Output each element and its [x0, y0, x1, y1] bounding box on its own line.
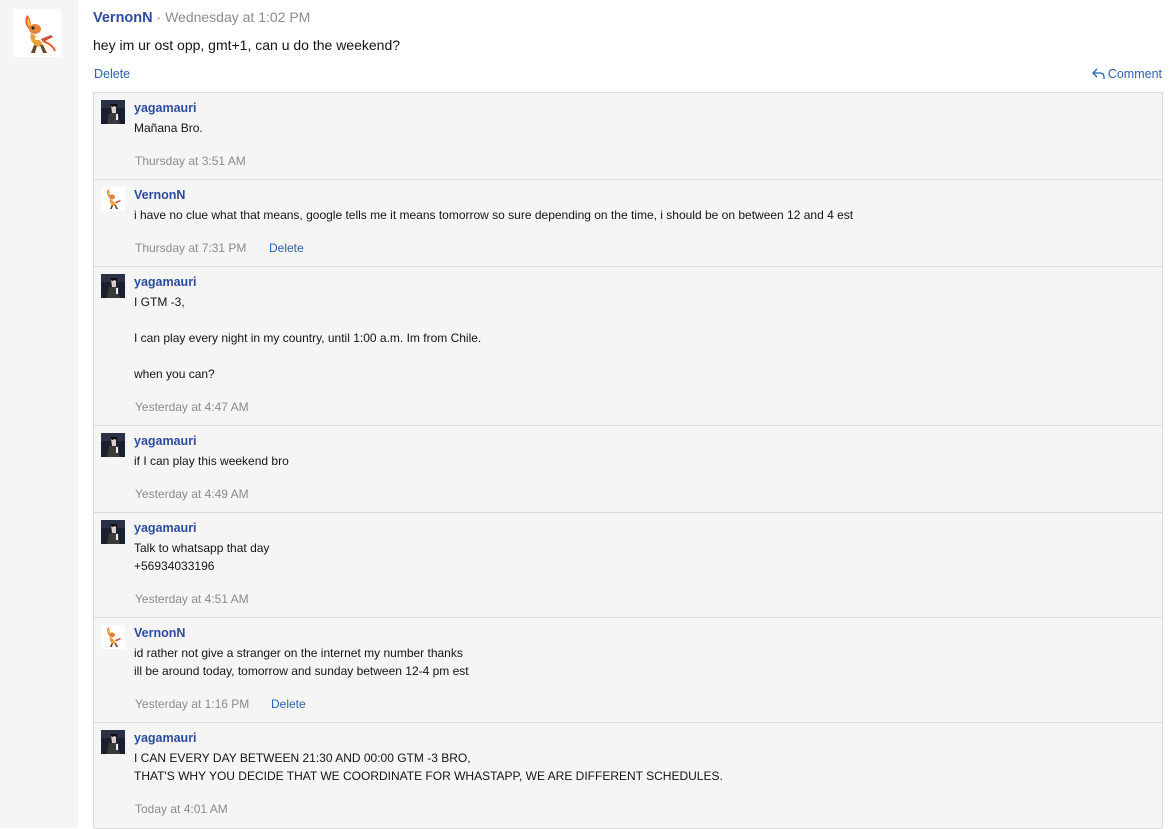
comment-body: Talk to whatsapp that day +56934033196	[134, 539, 269, 575]
comment-author[interactable]: yagamauri	[134, 275, 197, 289]
post-header: VernonN · Wednesday at 1:02 PM	[93, 9, 310, 26]
comment-item: VernonN i have no clue what that means, g…	[94, 180, 1162, 267]
comment-delete-link[interactable]: Delete	[269, 241, 304, 255]
comment-line: Talk to whatsapp that day	[134, 541, 270, 555]
comment-time[interactable]: Yesterday at 1:16 PM	[135, 697, 249, 711]
comment-label: Comment	[1107, 67, 1162, 81]
comment-item: yagamauri if I can play this weekend bro Y…	[94, 426, 1162, 513]
comment-line: I can play every night in my country, un…	[134, 331, 482, 345]
comment-author[interactable]: yagamauri	[134, 731, 197, 745]
comment-author[interactable]: yagamauri	[134, 101, 197, 115]
comment-line	[134, 311, 481, 329]
comment-line: ill be around today, tomorrow and sunday…	[134, 664, 469, 678]
comment-body: I CAN EVERY DAY BETWEEN 21:30 AND 00:00 …	[134, 749, 723, 785]
comment-line: I GTM -3,	[134, 295, 185, 309]
comment-time[interactable]: Yesterday at 4:47 AM	[135, 400, 249, 414]
comment-item: yagamauri Mañana Bro. Thursday at 3:51 AM	[94, 93, 1162, 180]
post-author[interactable]: VernonN	[93, 10, 153, 26]
comment-list: yagamauri Mañana Bro. Thursday at 3:51 AM V…	[93, 92, 1163, 829]
avatar[interactable]	[101, 520, 125, 544]
comment-body: if I can play this weekend bro	[134, 452, 289, 470]
comment-body: id rather not give a stranger on the int…	[134, 644, 469, 680]
comment-line	[134, 347, 481, 365]
comment-time[interactable]: Thursday at 3:51 AM	[135, 154, 246, 168]
comment-line: if I can play this weekend bro	[134, 454, 289, 468]
post-separator: ·	[156, 9, 162, 25]
comment-time[interactable]: Yesterday at 4:49 AM	[135, 487, 249, 501]
comment-author[interactable]: VernonN	[134, 626, 185, 640]
avatar[interactable]	[101, 730, 125, 754]
comment-time[interactable]: Yesterday at 4:51 AM	[135, 592, 249, 606]
avatar[interactable]	[101, 187, 125, 211]
comment-delete-link[interactable]: Delete	[271, 697, 306, 711]
comment-body: i have no clue what that means, google t…	[134, 206, 853, 224]
avatar[interactable]	[101, 274, 125, 298]
comment-line: I CAN EVERY DAY BETWEEN 21:30 AND 00:00 …	[134, 751, 471, 765]
comment-item: yagamauri I GTM -3, I can play every night…	[94, 267, 1162, 426]
comment-time[interactable]: Thursday at 7:31 PM	[135, 241, 246, 255]
comment-button[interactable]: Comment	[1091, 67, 1162, 81]
left-gutter	[0, 0, 78, 828]
post-delete-link[interactable]: Delete	[94, 67, 130, 81]
comment-line: +56934033196	[134, 559, 215, 573]
avatar[interactable]	[101, 625, 125, 649]
comment-line: Mañana Bro.	[134, 121, 203, 135]
avatar[interactable]	[101, 433, 125, 457]
comment-body: Mañana Bro.	[134, 119, 203, 137]
comment-author[interactable]: VernonN	[134, 188, 185, 202]
comment-line: id rather not give a stranger on the int…	[134, 646, 463, 660]
comment-line: when you can?	[134, 367, 215, 381]
comment-item: yagamauri Talk to whatsapp that day +56934…	[94, 513, 1162, 618]
comment-author[interactable]: yagamauri	[134, 434, 197, 448]
comment-body: I GTM -3, I can play every night in my co…	[134, 293, 481, 383]
reply-icon	[1091, 68, 1105, 79]
comment-author[interactable]: yagamauri	[134, 521, 197, 535]
avatar[interactable]	[101, 100, 125, 124]
post-time[interactable]: Wednesday at 1:02 PM	[165, 9, 310, 25]
avatar[interactable]	[13, 9, 61, 57]
comment-line: THAT'S WHY YOU DECIDE THAT WE COORDINATE…	[134, 769, 723, 783]
comment-item: VernonN id rather not give a stranger on …	[94, 618, 1162, 723]
comment-line: i have no clue what that means, google t…	[134, 208, 854, 222]
comment-time[interactable]: Today at 4:01 AM	[135, 802, 228, 816]
post-text: hey im ur ost opp, gmt+1, can u do the w…	[93, 37, 401, 53]
comment-item: yagamauri I CAN EVERY DAY BETWEEN 21:30 A…	[94, 723, 1162, 829]
